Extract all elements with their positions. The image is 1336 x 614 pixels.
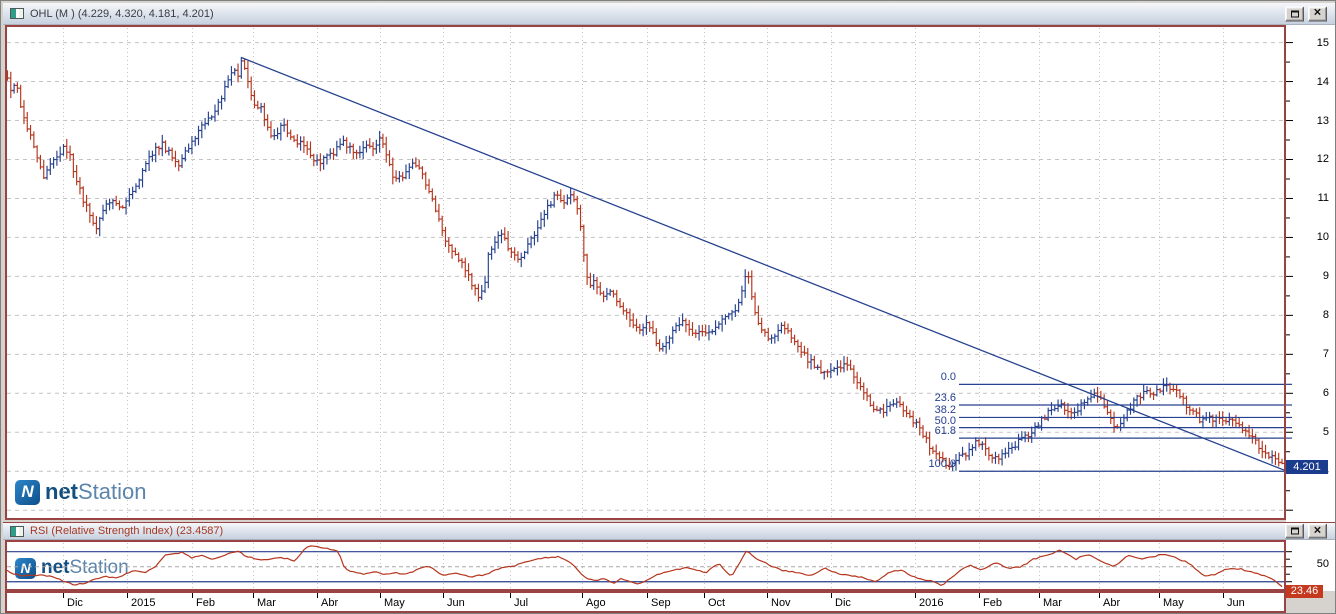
- netstation-logo: N netStation: [15, 479, 147, 505]
- rsi-pane-title: RSI (Relative Strength Index) (23.4587): [30, 525, 224, 537]
- last-price-label: 4.201: [1286, 460, 1328, 474]
- maximize-icon: [1290, 10, 1299, 17]
- close-button[interactable]: ✕: [1308, 523, 1327, 539]
- chart-pane-icon: [10, 8, 24, 19]
- netstation-logo-icon: N: [15, 557, 36, 579]
- maximize-button[interactable]: [1285, 6, 1304, 21]
- rsi-value-label: 23.46: [1286, 585, 1323, 598]
- netstation-logo-icon: N: [15, 479, 40, 505]
- close-button[interactable]: ✕: [1308, 6, 1327, 21]
- logo-text-station: Station: [78, 479, 147, 504]
- chart-pane-icon: [10, 525, 24, 537]
- ohl-pane-title: OHL (M ) (4.229, 4.320, 4.181, 4.201): [30, 7, 214, 20]
- logo-text-net: net: [41, 557, 70, 578]
- rsi-pane-titlebar[interactable]: RSI (Relative Strength Index) (23.4587) …: [3, 522, 1335, 540]
- rsi-chart-plot[interactable]: [5, 540, 1286, 591]
- ohl-chart-plot[interactable]: [5, 25, 1286, 520]
- logo-text-station: Station: [69, 557, 129, 578]
- rsi-50-label: 50: [1316, 558, 1329, 570]
- time-axis[interactable]: [5, 591, 1286, 613]
- maximize-button[interactable]: [1285, 523, 1304, 539]
- netstation-logo-rsi: N netStation: [15, 557, 129, 579]
- logo-text-net: net: [45, 479, 78, 504]
- ohl-pane-titlebar[interactable]: OHL (M ) (4.229, 4.320, 4.181, 4.201) ✕: [3, 3, 1335, 25]
- maximize-icon: [1290, 527, 1299, 535]
- price-axis[interactable]: [1286, 25, 1335, 591]
- netstation-window: N netStation N netStation 15 14 13 12 11 10 9 8…: [0, 0, 1336, 614]
